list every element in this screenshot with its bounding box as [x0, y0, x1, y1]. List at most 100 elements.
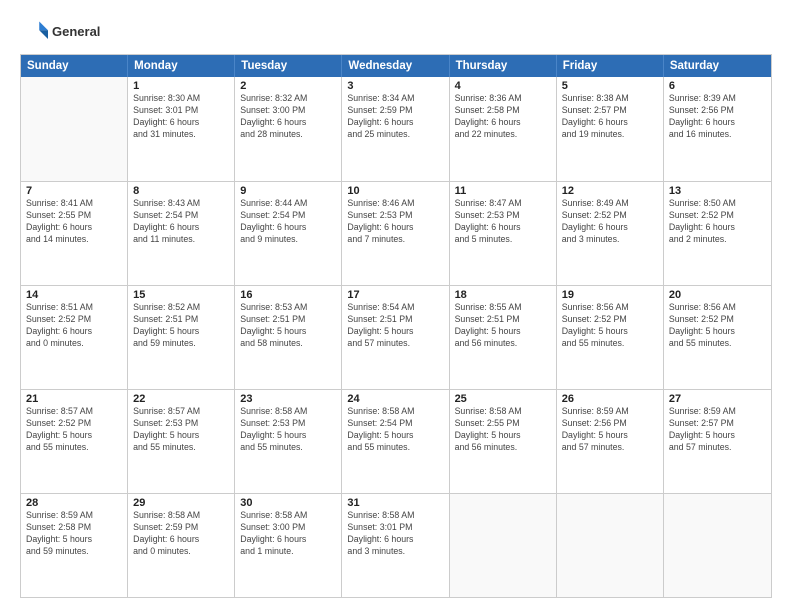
day-header-wednesday: Wednesday: [342, 55, 449, 77]
logo: General: [20, 18, 100, 46]
day-info: Sunrise: 8:54 AM Sunset: 2:51 PM Dayligh…: [347, 302, 443, 350]
header: General: [20, 18, 772, 46]
day-cell-14: 14Sunrise: 8:51 AM Sunset: 2:52 PM Dayli…: [21, 286, 128, 389]
day-info: Sunrise: 8:44 AM Sunset: 2:54 PM Dayligh…: [240, 198, 336, 246]
day-cell-23: 23Sunrise: 8:58 AM Sunset: 2:53 PM Dayli…: [235, 390, 342, 493]
calendar: SundayMondayTuesdayWednesdayThursdayFrid…: [20, 54, 772, 598]
day-info: Sunrise: 8:30 AM Sunset: 3:01 PM Dayligh…: [133, 93, 229, 141]
day-number: 18: [455, 289, 551, 301]
day-cell-5: 5Sunrise: 8:38 AM Sunset: 2:57 PM Daylig…: [557, 77, 664, 181]
day-info: Sunrise: 8:58 AM Sunset: 2:55 PM Dayligh…: [455, 406, 551, 454]
day-cell-15: 15Sunrise: 8:52 AM Sunset: 2:51 PM Dayli…: [128, 286, 235, 389]
day-info: Sunrise: 8:39 AM Sunset: 2:56 PM Dayligh…: [669, 93, 766, 141]
day-info: Sunrise: 8:34 AM Sunset: 2:59 PM Dayligh…: [347, 93, 443, 141]
day-number: 31: [347, 497, 443, 509]
day-info: Sunrise: 8:59 AM Sunset: 2:56 PM Dayligh…: [562, 406, 658, 454]
day-number: 25: [455, 393, 551, 405]
day-number: 4: [455, 80, 551, 92]
day-number: 13: [669, 185, 766, 197]
day-info: Sunrise: 8:46 AM Sunset: 2:53 PM Dayligh…: [347, 198, 443, 246]
logo-text: General: [52, 24, 100, 40]
day-info: Sunrise: 8:36 AM Sunset: 2:58 PM Dayligh…: [455, 93, 551, 141]
day-number: 11: [455, 185, 551, 197]
day-cell-3: 3Sunrise: 8:34 AM Sunset: 2:59 PM Daylig…: [342, 77, 449, 181]
day-number: 26: [562, 393, 658, 405]
day-info: Sunrise: 8:56 AM Sunset: 2:52 PM Dayligh…: [562, 302, 658, 350]
day-number: 20: [669, 289, 766, 301]
empty-cell-4-6: [664, 494, 771, 597]
week-row-5: 28Sunrise: 8:59 AM Sunset: 2:58 PM Dayli…: [21, 493, 771, 597]
day-info: Sunrise: 8:58 AM Sunset: 3:00 PM Dayligh…: [240, 510, 336, 558]
day-number: 27: [669, 393, 766, 405]
day-number: 10: [347, 185, 443, 197]
day-info: Sunrise: 8:51 AM Sunset: 2:52 PM Dayligh…: [26, 302, 122, 350]
day-info: Sunrise: 8:58 AM Sunset: 2:59 PM Dayligh…: [133, 510, 229, 558]
day-cell-1: 1Sunrise: 8:30 AM Sunset: 3:01 PM Daylig…: [128, 77, 235, 181]
logo-icon: [20, 18, 48, 46]
calendar-header: SundayMondayTuesdayWednesdayThursdayFrid…: [21, 55, 771, 77]
day-header-tuesday: Tuesday: [235, 55, 342, 77]
day-cell-26: 26Sunrise: 8:59 AM Sunset: 2:56 PM Dayli…: [557, 390, 664, 493]
day-info: Sunrise: 8:52 AM Sunset: 2:51 PM Dayligh…: [133, 302, 229, 350]
day-info: Sunrise: 8:55 AM Sunset: 2:51 PM Dayligh…: [455, 302, 551, 350]
week-row-1: 1Sunrise: 8:30 AM Sunset: 3:01 PM Daylig…: [21, 77, 771, 181]
day-header-monday: Monday: [128, 55, 235, 77]
day-cell-25: 25Sunrise: 8:58 AM Sunset: 2:55 PM Dayli…: [450, 390, 557, 493]
day-info: Sunrise: 8:58 AM Sunset: 2:54 PM Dayligh…: [347, 406, 443, 454]
day-number: 9: [240, 185, 336, 197]
day-number: 2: [240, 80, 336, 92]
day-cell-19: 19Sunrise: 8:56 AM Sunset: 2:52 PM Dayli…: [557, 286, 664, 389]
day-info: Sunrise: 8:53 AM Sunset: 2:51 PM Dayligh…: [240, 302, 336, 350]
day-info: Sunrise: 8:58 AM Sunset: 2:53 PM Dayligh…: [240, 406, 336, 454]
day-cell-18: 18Sunrise: 8:55 AM Sunset: 2:51 PM Dayli…: [450, 286, 557, 389]
day-cell-16: 16Sunrise: 8:53 AM Sunset: 2:51 PM Dayli…: [235, 286, 342, 389]
day-cell-10: 10Sunrise: 8:46 AM Sunset: 2:53 PM Dayli…: [342, 182, 449, 285]
day-info: Sunrise: 8:32 AM Sunset: 3:00 PM Dayligh…: [240, 93, 336, 141]
day-info: Sunrise: 8:56 AM Sunset: 2:52 PM Dayligh…: [669, 302, 766, 350]
day-header-friday: Friday: [557, 55, 664, 77]
day-info: Sunrise: 8:59 AM Sunset: 2:58 PM Dayligh…: [26, 510, 122, 558]
day-number: 28: [26, 497, 122, 509]
day-info: Sunrise: 8:57 AM Sunset: 2:52 PM Dayligh…: [26, 406, 122, 454]
day-number: 22: [133, 393, 229, 405]
day-info: Sunrise: 8:47 AM Sunset: 2:53 PM Dayligh…: [455, 198, 551, 246]
empty-cell-0-0: [21, 77, 128, 181]
day-info: Sunrise: 8:57 AM Sunset: 2:53 PM Dayligh…: [133, 406, 229, 454]
day-info: Sunrise: 8:58 AM Sunset: 3:01 PM Dayligh…: [347, 510, 443, 558]
day-number: 15: [133, 289, 229, 301]
day-cell-24: 24Sunrise: 8:58 AM Sunset: 2:54 PM Dayli…: [342, 390, 449, 493]
day-cell-8: 8Sunrise: 8:43 AM Sunset: 2:54 PM Daylig…: [128, 182, 235, 285]
day-number: 14: [26, 289, 122, 301]
day-cell-27: 27Sunrise: 8:59 AM Sunset: 2:57 PM Dayli…: [664, 390, 771, 493]
week-row-3: 14Sunrise: 8:51 AM Sunset: 2:52 PM Dayli…: [21, 285, 771, 389]
week-row-4: 21Sunrise: 8:57 AM Sunset: 2:52 PM Dayli…: [21, 389, 771, 493]
day-number: 1: [133, 80, 229, 92]
day-cell-9: 9Sunrise: 8:44 AM Sunset: 2:54 PM Daylig…: [235, 182, 342, 285]
day-cell-22: 22Sunrise: 8:57 AM Sunset: 2:53 PM Dayli…: [128, 390, 235, 493]
day-number: 17: [347, 289, 443, 301]
day-info: Sunrise: 8:49 AM Sunset: 2:52 PM Dayligh…: [562, 198, 658, 246]
day-number: 24: [347, 393, 443, 405]
day-header-saturday: Saturday: [664, 55, 771, 77]
day-info: Sunrise: 8:50 AM Sunset: 2:52 PM Dayligh…: [669, 198, 766, 246]
week-row-2: 7Sunrise: 8:41 AM Sunset: 2:55 PM Daylig…: [21, 181, 771, 285]
day-cell-30: 30Sunrise: 8:58 AM Sunset: 3:00 PM Dayli…: [235, 494, 342, 597]
page: General SundayMondayTuesdayWednesdayThur…: [0, 0, 792, 612]
day-number: 23: [240, 393, 336, 405]
day-cell-7: 7Sunrise: 8:41 AM Sunset: 2:55 PM Daylig…: [21, 182, 128, 285]
day-cell-11: 11Sunrise: 8:47 AM Sunset: 2:53 PM Dayli…: [450, 182, 557, 285]
day-number: 3: [347, 80, 443, 92]
day-cell-20: 20Sunrise: 8:56 AM Sunset: 2:52 PM Dayli…: [664, 286, 771, 389]
day-header-sunday: Sunday: [21, 55, 128, 77]
day-info: Sunrise: 8:59 AM Sunset: 2:57 PM Dayligh…: [669, 406, 766, 454]
day-cell-29: 29Sunrise: 8:58 AM Sunset: 2:59 PM Dayli…: [128, 494, 235, 597]
day-number: 16: [240, 289, 336, 301]
day-cell-28: 28Sunrise: 8:59 AM Sunset: 2:58 PM Dayli…: [21, 494, 128, 597]
day-cell-12: 12Sunrise: 8:49 AM Sunset: 2:52 PM Dayli…: [557, 182, 664, 285]
day-number: 29: [133, 497, 229, 509]
day-info: Sunrise: 8:43 AM Sunset: 2:54 PM Dayligh…: [133, 198, 229, 246]
day-number: 8: [133, 185, 229, 197]
day-cell-31: 31Sunrise: 8:58 AM Sunset: 3:01 PM Dayli…: [342, 494, 449, 597]
day-cell-13: 13Sunrise: 8:50 AM Sunset: 2:52 PM Dayli…: [664, 182, 771, 285]
day-cell-2: 2Sunrise: 8:32 AM Sunset: 3:00 PM Daylig…: [235, 77, 342, 181]
